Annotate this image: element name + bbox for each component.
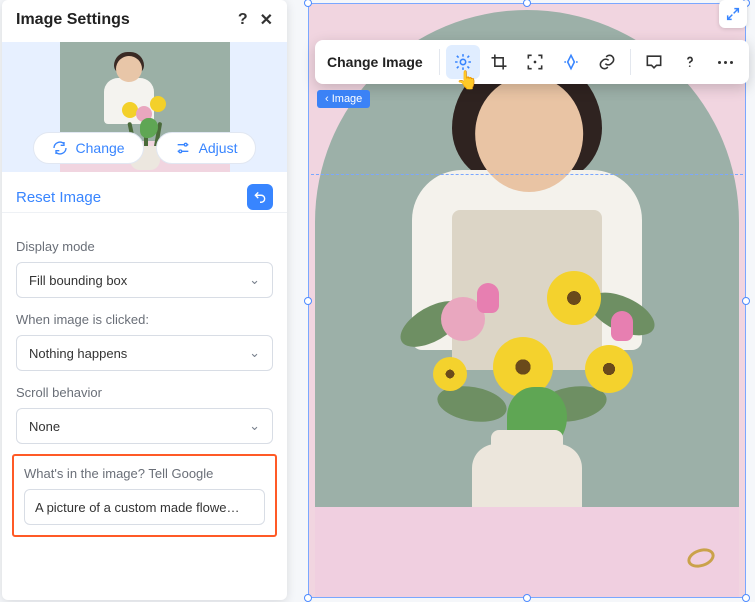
alt-text-highlight: What's in the image? Tell Google A pictu… [12,454,277,537]
link-button[interactable] [590,45,624,79]
panel-help-button[interactable]: ? [238,11,248,29]
alt-text-value: A picture of a custom made flowe… [35,500,239,515]
click-action-label: When image is clicked: [16,312,273,327]
animation-icon [561,52,581,72]
alignment-guide [311,174,743,175]
selection-breadcrumb[interactable]: ‹ Image [317,90,370,108]
comment-icon [644,52,664,72]
link-icon [597,52,617,72]
chevron-down-icon: ⌄ [249,418,260,434]
settings-button[interactable] [446,45,480,79]
change-button-label: Change [76,140,125,156]
selected-image-frame[interactable] [308,3,746,598]
gear-icon [453,52,473,72]
alt-text-input[interactable]: A picture of a custom made flowe… [24,489,265,525]
reset-image-link[interactable]: Reset Image [16,189,101,206]
image-toolbar: Change Image [315,40,749,84]
display-mode-value: Fill bounding box [29,273,127,288]
click-action-select[interactable]: Nothing happens ⌄ [16,335,273,371]
resize-handle-se[interactable] [742,594,750,602]
more-icon [718,61,733,64]
comment-button[interactable] [637,45,671,79]
animation-button[interactable] [554,45,588,79]
crop-button[interactable] [482,45,516,79]
help-button[interactable] [673,45,707,79]
sliders-icon [175,140,191,156]
resize-handle-w[interactable] [304,297,312,305]
display-mode-select[interactable]: Fill bounding box ⌄ [16,262,273,298]
refresh-icon [52,140,68,156]
display-mode-label: Display mode [16,239,273,254]
chevron-down-icon: ⌄ [249,345,260,361]
adjust-button[interactable]: Adjust [156,132,257,164]
resize-handle-nw[interactable] [304,0,312,7]
expand-button[interactable] [719,0,747,28]
alt-text-label: What's in the image? Tell Google [24,466,265,481]
image-content [315,10,739,597]
adjust-button-label: Adjust [199,140,238,156]
scroll-behavior-label: Scroll behavior [16,385,273,400]
resize-handle-e[interactable] [742,297,750,305]
click-action-value: Nothing happens [29,346,127,361]
panel-title: Image Settings [16,11,130,29]
resize-handle-s[interactable] [523,594,531,602]
focal-point-button[interactable] [518,45,552,79]
image-settings-panel: Image Settings ? ✕ [2,0,287,600]
panel-close-button[interactable]: ✕ [260,10,273,30]
help-icon [680,52,700,72]
crop-icon [489,52,509,72]
reset-image-button[interactable] [247,184,273,210]
resize-handle-sw[interactable] [304,594,312,602]
image-preview: Change Adjust [2,42,287,172]
undo-icon [253,190,267,204]
scroll-behavior-select[interactable]: None ⌄ [16,408,273,444]
change-button[interactable]: Change [33,132,144,164]
focal-point-icon [525,52,545,72]
scroll-behavior-value: None [29,419,60,434]
change-image-button[interactable]: Change Image [327,54,433,70]
resize-handle-n[interactable] [523,0,531,7]
more-button[interactable] [709,45,743,79]
chevron-down-icon: ⌄ [249,272,260,288]
